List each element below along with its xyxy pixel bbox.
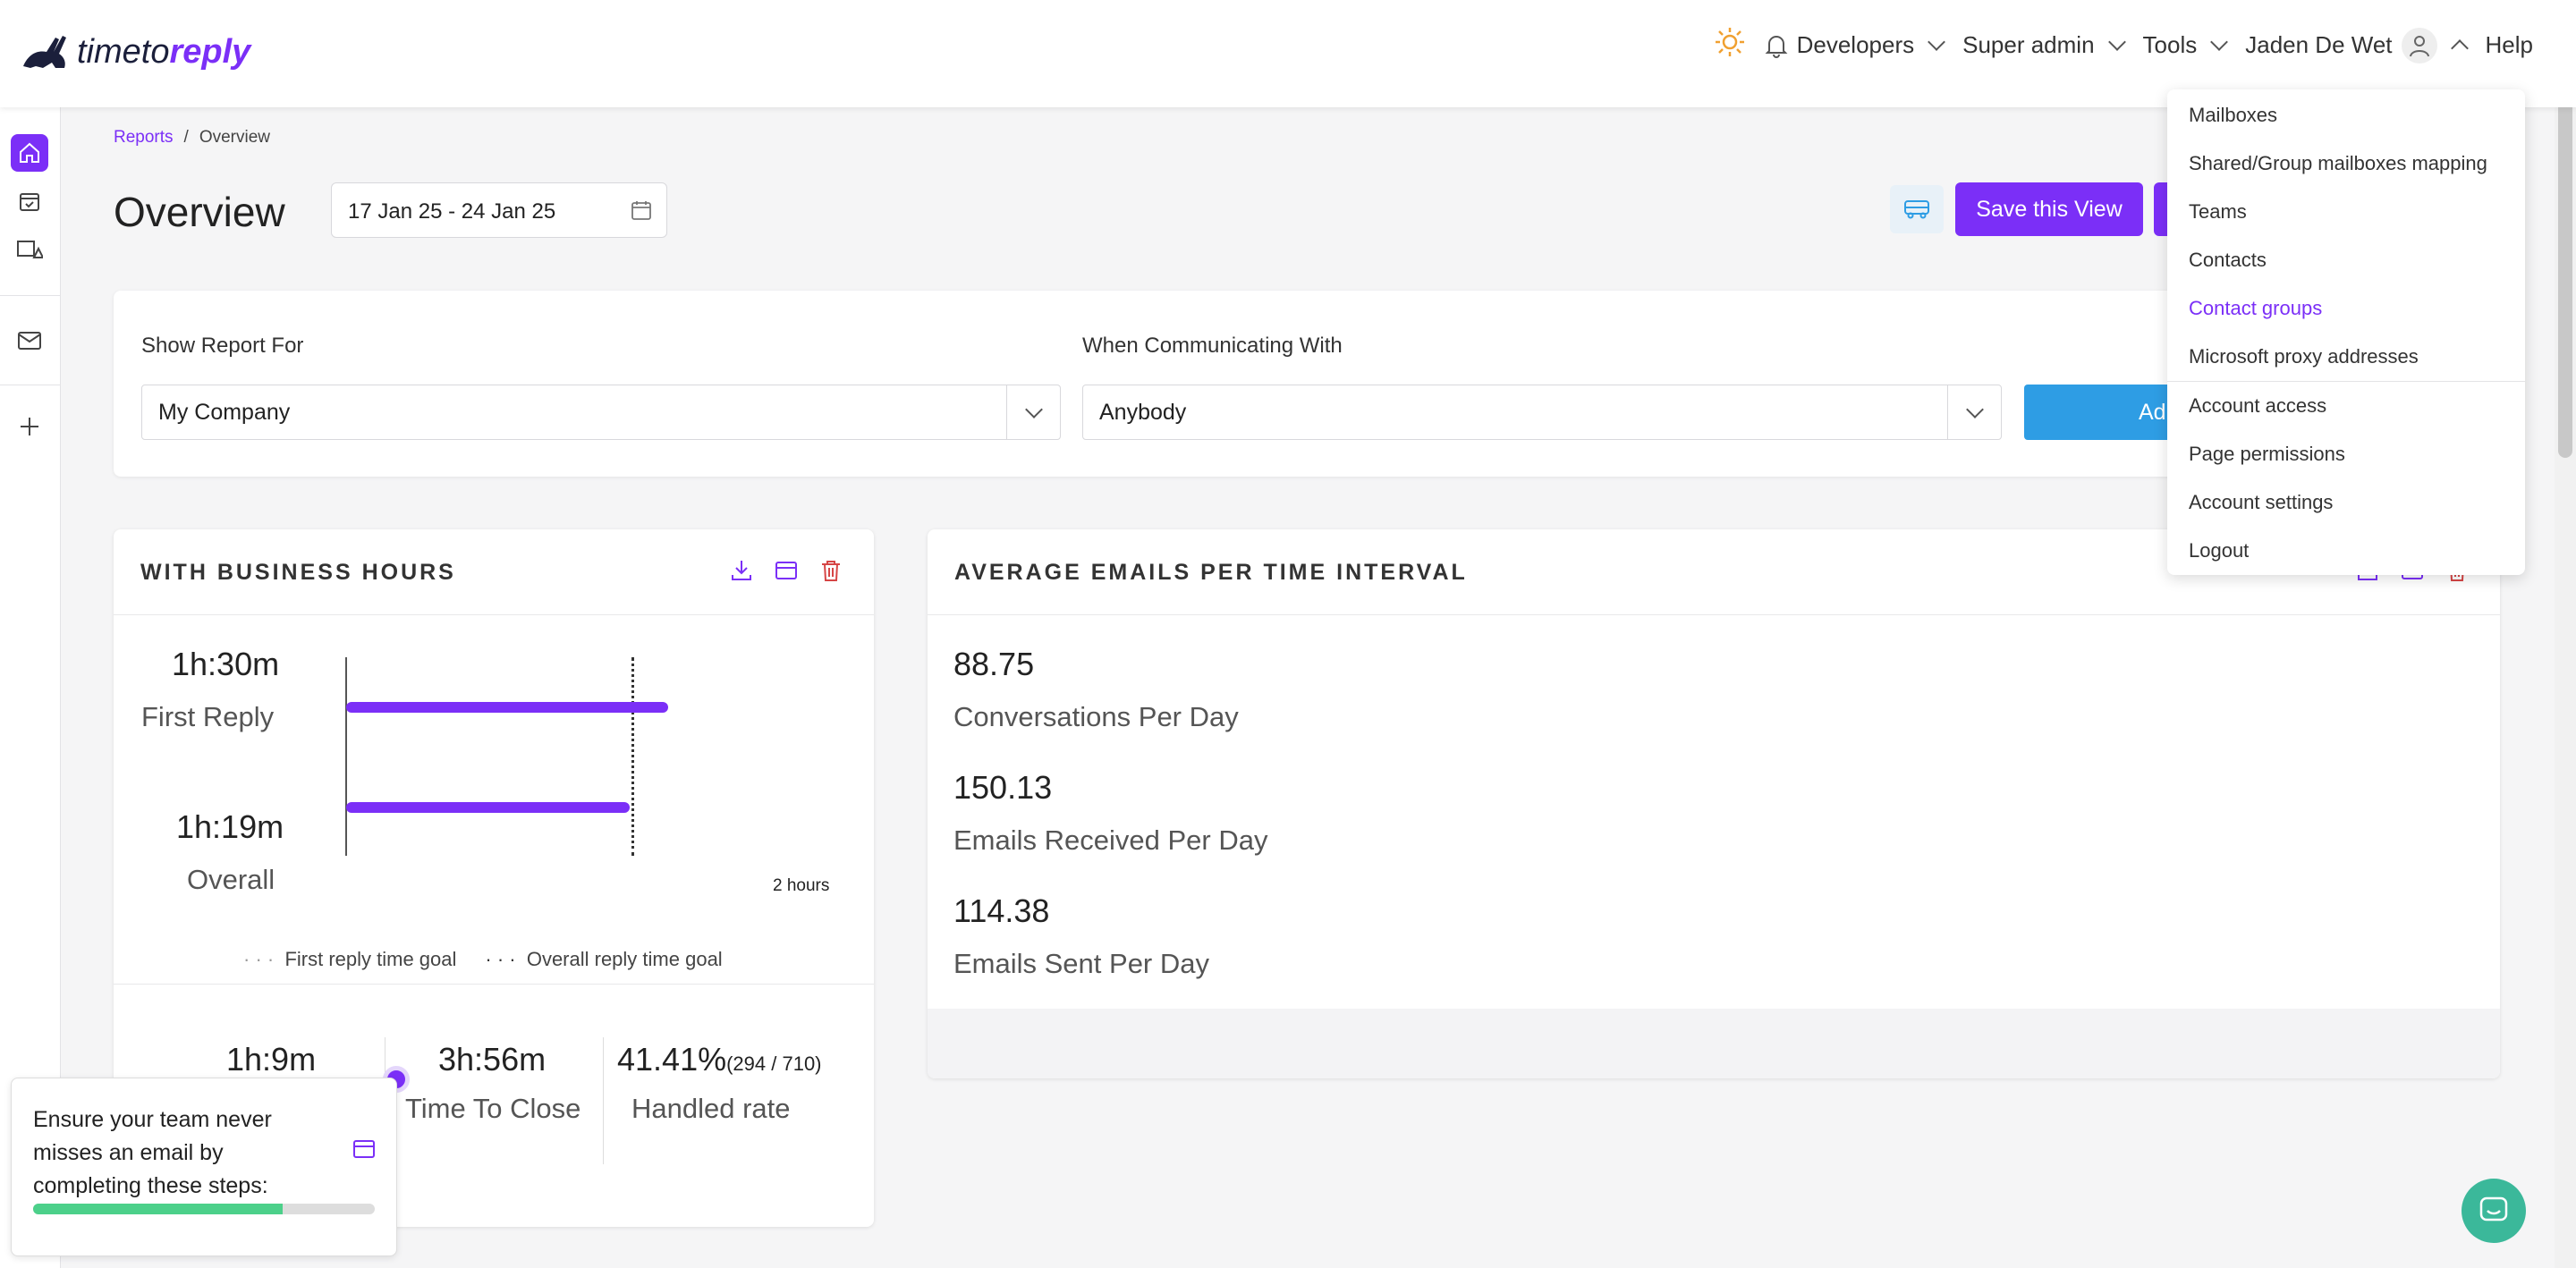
tools-dropdown-menu: Mailboxes Shared/Group mailboxes mapping… (2167, 89, 2525, 575)
overall-bar (346, 802, 630, 813)
legend-first-reply: · · · First reply time goal (243, 948, 457, 970)
user-menu[interactable]: Jaden De Wet (2245, 27, 2469, 63)
communicating-select[interactable]: Anybody (1082, 385, 2002, 440)
menu-item-account-access[interactable]: Account access (2189, 394, 2326, 418)
communicating-label: When Communicating With (1082, 334, 1343, 358)
download-icon[interactable] (729, 558, 754, 583)
menu-item-teams[interactable]: Teams (2189, 200, 2247, 224)
menu-item-logout[interactable]: Logout (2189, 539, 2249, 562)
menu-item-account-settings[interactable]: Account settings (2189, 491, 2333, 514)
overall-label: Overall (187, 864, 275, 895)
progress-fill (33, 1204, 283, 1214)
logo[interactable]: timetoreply (20, 30, 250, 73)
goal-line (631, 657, 635, 856)
report-for-select[interactable]: My Company (141, 385, 1061, 440)
rabbit-logo-icon (23, 36, 66, 68)
chart-legend: · · · First reply time goal · · · Overal… (243, 948, 723, 971)
menu-item-contacts[interactable]: Contacts (2189, 249, 2267, 272)
chat-icon (2479, 1196, 2508, 1222)
conversations-value: 88.75 (953, 646, 1035, 682)
breadcrumb-current: Overview (199, 128, 270, 147)
report-for-label: Show Report For (141, 334, 304, 358)
breadcrumb-reports[interactable]: Reports (114, 128, 174, 148)
menu-item-contact-groups[interactable]: Contact groups (2189, 297, 2322, 320)
onboarding-widget[interactable]: Ensure your team never misses an email b… (11, 1078, 397, 1256)
card-tools (729, 558, 843, 583)
breadcrumb: Reports / Overview (114, 128, 270, 148)
bus-icon-button[interactable] (1890, 185, 1944, 233)
top-nav: Developers Super admin Tools Jaden De We… (1715, 27, 2533, 63)
card-view-icon[interactable] (352, 1137, 377, 1161)
sun-icon[interactable] (1715, 27, 1745, 63)
chevron-down-icon (1947, 385, 2001, 439)
legend-overall: · · · Overall reply time goal (485, 948, 723, 970)
chevron-up-icon (2450, 38, 2469, 57)
card-title: WITH BUSINESS HOURS (140, 560, 456, 585)
chevron-down-icon (2107, 32, 2126, 51)
user-avatar-icon (2401, 27, 2437, 63)
tools-menu[interactable]: Tools (2143, 31, 2229, 59)
plus-icon[interactable] (11, 408, 48, 445)
first-reply-label: First Reply (141, 701, 275, 732)
chevron-down-icon (1006, 385, 1060, 439)
bus-icon (1904, 200, 1929, 219)
mail-icon[interactable] (11, 322, 48, 359)
scrollbar[interactable] (2555, 0, 2576, 1268)
card-view-icon[interactable] (774, 558, 799, 583)
calendar-icon (631, 199, 652, 227)
card-title: AVERAGE EMAILS PER TIME INTERVAL (954, 560, 1468, 585)
first-reply-value: 1h:30m (172, 646, 280, 682)
time-to-first-value: 1h:9m (226, 1041, 317, 1078)
home-icon[interactable] (11, 134, 48, 172)
page-title: Overview (114, 189, 285, 235)
received-label: Emails Received Per Day (953, 824, 1268, 856)
super-admin-menu[interactable]: Super admin (1962, 31, 2126, 59)
first-reply-bar (346, 702, 668, 713)
overall-value: 1h:19m (176, 808, 284, 845)
alert-image-icon[interactable] (11, 231, 48, 268)
handled-rate-value: 41.41%(294 / 710) (617, 1041, 822, 1078)
sent-value: 114.38 (953, 892, 1050, 929)
save-view-button[interactable]: Save this View (1955, 182, 2143, 236)
chart-axis (345, 657, 347, 856)
menu-item-shared-mailboxes-mapping[interactable]: Shared/Group mailboxes mapping (2189, 152, 2487, 175)
menu-item-mailboxes[interactable]: Mailboxes (2189, 104, 2277, 127)
time-to-close-label: Time To Close (405, 1093, 581, 1124)
average-emails-card: AVERAGE EMAILS PER TIME INTERVAL (928, 529, 2500, 1078)
received-value: 150.13 (953, 769, 1053, 806)
onboarding-text: Ensure your team never misses an email b… (33, 1107, 272, 1198)
developers-menu[interactable]: Developers (1765, 31, 1946, 59)
date-range-picker[interactable]: 17 Jan 25 - 24 Jan 25 (331, 182, 667, 238)
axis-label: 2 hours (773, 876, 830, 895)
chat-button[interactable] (2462, 1179, 2526, 1243)
conversations-label: Conversations Per Day (953, 701, 1239, 732)
help-link[interactable]: Help (2486, 31, 2533, 59)
logo-text: timetoreply (77, 32, 251, 71)
trash-icon[interactable] (818, 558, 843, 583)
bell-icon (1765, 35, 1788, 58)
card-header: WITH BUSINESS HOURS (114, 529, 874, 615)
chevron-down-icon (1928, 32, 1946, 51)
calendar-check-icon[interactable] (11, 182, 48, 220)
chevron-down-icon (2210, 32, 2229, 51)
menu-item-page-permissions[interactable]: Page permissions (2189, 443, 2345, 466)
handled-rate-label: Handled rate (631, 1093, 791, 1124)
filter-card (114, 291, 2457, 477)
menu-item-microsoft-proxy-addresses[interactable]: Microsoft proxy addresses (2189, 345, 2419, 368)
time-to-close-value: 3h:56m (438, 1041, 547, 1078)
sent-label: Emails Sent Per Day (953, 948, 1209, 979)
onboarding-progress-bar (33, 1204, 375, 1214)
